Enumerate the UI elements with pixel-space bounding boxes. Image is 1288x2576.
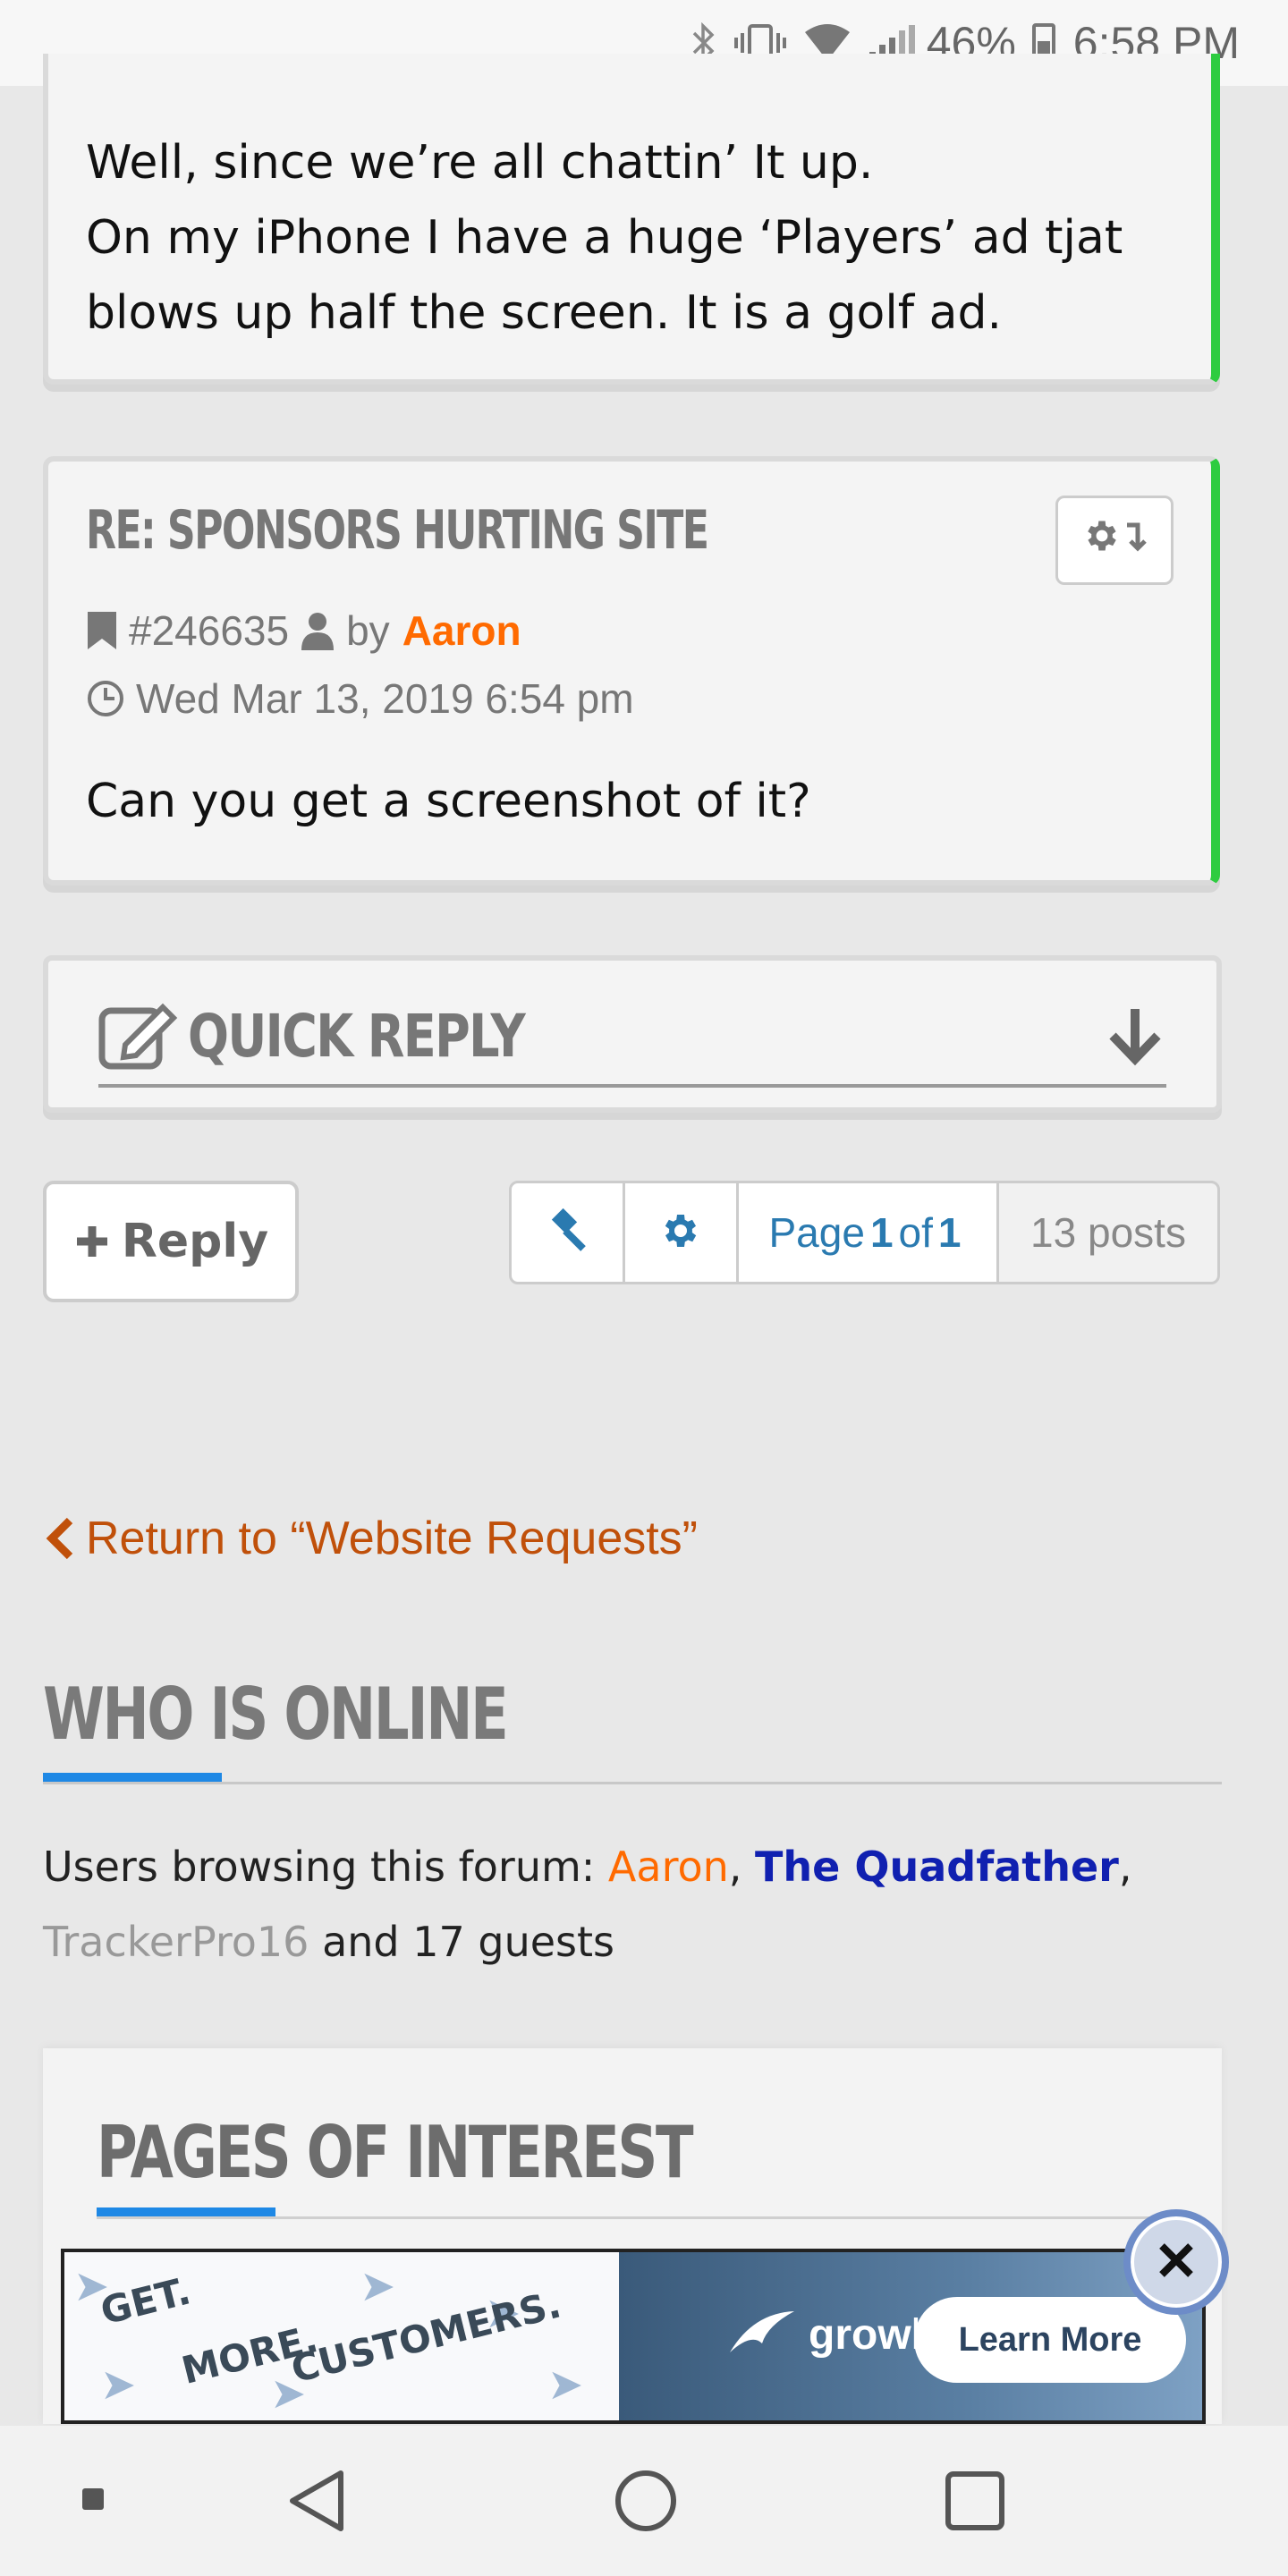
post-body: Can you get a screenshot of it? <box>86 775 811 828</box>
chevron-left-icon <box>45 1515 75 1562</box>
heading-underline <box>43 1773 222 1782</box>
user-link-trackerpro16[interactable]: TrackerPro16 <box>43 1918 309 1966</box>
return-link-label: Return to “Website Requests” <box>86 1513 698 1564</box>
ad-word: CUSTOMERS. <box>286 2282 565 2392</box>
heading-underline <box>97 2207 275 2216</box>
growlabs-logo-icon <box>726 2308 798 2361</box>
divider <box>43 1782 1222 1784</box>
post-body-line: On my iPhone I have a huge ‘Players’ ad … <box>86 211 1123 265</box>
divider <box>98 1084 1166 1088</box>
who-is-online-heading: WHO IS ONLINE <box>43 1673 509 1756</box>
author-link[interactable]: Aaron <box>402 606 521 655</box>
post-count: 13 posts <box>996 1181 1220 1284</box>
ad-banner[interactable]: ➤ ➤ ➤ ➤ ➤ ➤ GET. MORE. CUSTOMERS. growla… <box>61 2249 1206 2424</box>
quick-reply-label: QUICK REPLY <box>188 1001 526 1071</box>
plus-icon <box>73 1223 111 1260</box>
learn-more-button[interactable]: Learn More <box>914 2297 1186 2383</box>
post-body: Well, since we’re all chattin’ It up. On… <box>86 125 1123 351</box>
gavel-icon <box>544 1208 590 1258</box>
ad-word: GET. <box>96 2268 195 2334</box>
pagination: Page 1 of 1 13 posts <box>509 1181 1220 1284</box>
close-ad-button[interactable] <box>1123 2209 1229 2315</box>
reply-button[interactable]: Reply <box>43 1181 299 1302</box>
arrow-down-icon <box>1122 516 1147 565</box>
ad-brand-area: growlabs Learn More <box>619 2252 1202 2420</box>
page-current: 1 <box>869 1209 894 1256</box>
post-body-line: blows up half the screen. It is a golf a… <box>86 286 1003 340</box>
reply-button-label: Reply <box>121 1215 269 1268</box>
online-intro: Users browsing this forum: <box>43 1843 608 1891</box>
home-button[interactable] <box>603 2458 689 2544</box>
page-indicator[interactable]: Page 1 of 1 <box>736 1181 999 1284</box>
post-actions-button[interactable] <box>1055 496 1174 585</box>
quick-reply-header[interactable]: QUICK REPLY <box>98 1000 598 1072</box>
topic-tools-button[interactable] <box>623 1181 739 1284</box>
gear-icon <box>659 1209 702 1256</box>
ad-image: ➤ ➤ ➤ ➤ ➤ ➤ GET. MORE. CUSTOMERS. <box>64 2252 619 2420</box>
divider <box>97 2216 1170 2219</box>
page-prefix: Page <box>768 1209 865 1256</box>
user-icon <box>300 611 335 650</box>
paper-plane-icon: ➤ <box>100 2360 137 2410</box>
clock-icon <box>86 679 125 718</box>
page-of: of <box>898 1209 933 1256</box>
paper-plane-icon: ➤ <box>360 2261 396 2311</box>
paper-plane-icon: ➤ <box>547 2360 584 2410</box>
post-title[interactable]: RE: SPONSORS HURTING SITE <box>86 499 709 562</box>
post-current: RE: SPONSORS HURTING SITE #246635 by Aar… <box>43 456 1220 886</box>
close-icon <box>1157 2241 1196 2284</box>
recents-button[interactable] <box>932 2458 1018 2544</box>
edit-icon <box>98 1000 179 1072</box>
user-link-quadfather[interactable]: The Quadfather <box>755 1843 1119 1891</box>
post-date: Wed Mar 13, 2019 6:54 pm <box>136 675 634 722</box>
quick-reply-panel[interactable]: QUICK REPLY <box>43 955 1222 1113</box>
post-date-row: Wed Mar 13, 2019 6:54 pm <box>86 674 634 723</box>
post-id-link[interactable]: #246635 <box>129 606 289 655</box>
back-button[interactable] <box>274 2458 360 2544</box>
bookmark-icon[interactable] <box>86 610 118 651</box>
page-total: 1 <box>937 1209 962 1256</box>
return-link[interactable]: Return to “Website Requests” <box>45 1512 698 1565</box>
nav-dot[interactable] <box>82 2488 104 2510</box>
pages-of-interest-heading: PAGES OF INTEREST <box>97 2111 694 2194</box>
gear-icon <box>1082 516 1122 565</box>
separator: , <box>728 1843 756 1891</box>
guests-count: and 17 guests <box>309 1918 615 1966</box>
post-meta: #246635 by Aaron <box>86 606 521 655</box>
by-label: by <box>346 607 390 654</box>
moderate-button[interactable] <box>509 1181 625 1284</box>
post-body-line: Well, since we’re all chattin’ It up. <box>86 136 874 190</box>
user-link-aaron[interactable]: Aaron <box>608 1843 729 1891</box>
post-previous: Well, since we’re all chattin’ It up. On… <box>43 54 1220 385</box>
separator: , <box>1118 1843 1132 1891</box>
arrow-down-icon[interactable] <box>1104 1004 1166 1070</box>
nav-bar <box>0 2426 1288 2576</box>
ad-brand-bold: grow <box>809 2310 911 2359</box>
online-users: Users browsing this forum: Aaron, The Qu… <box>43 1829 1206 1979</box>
